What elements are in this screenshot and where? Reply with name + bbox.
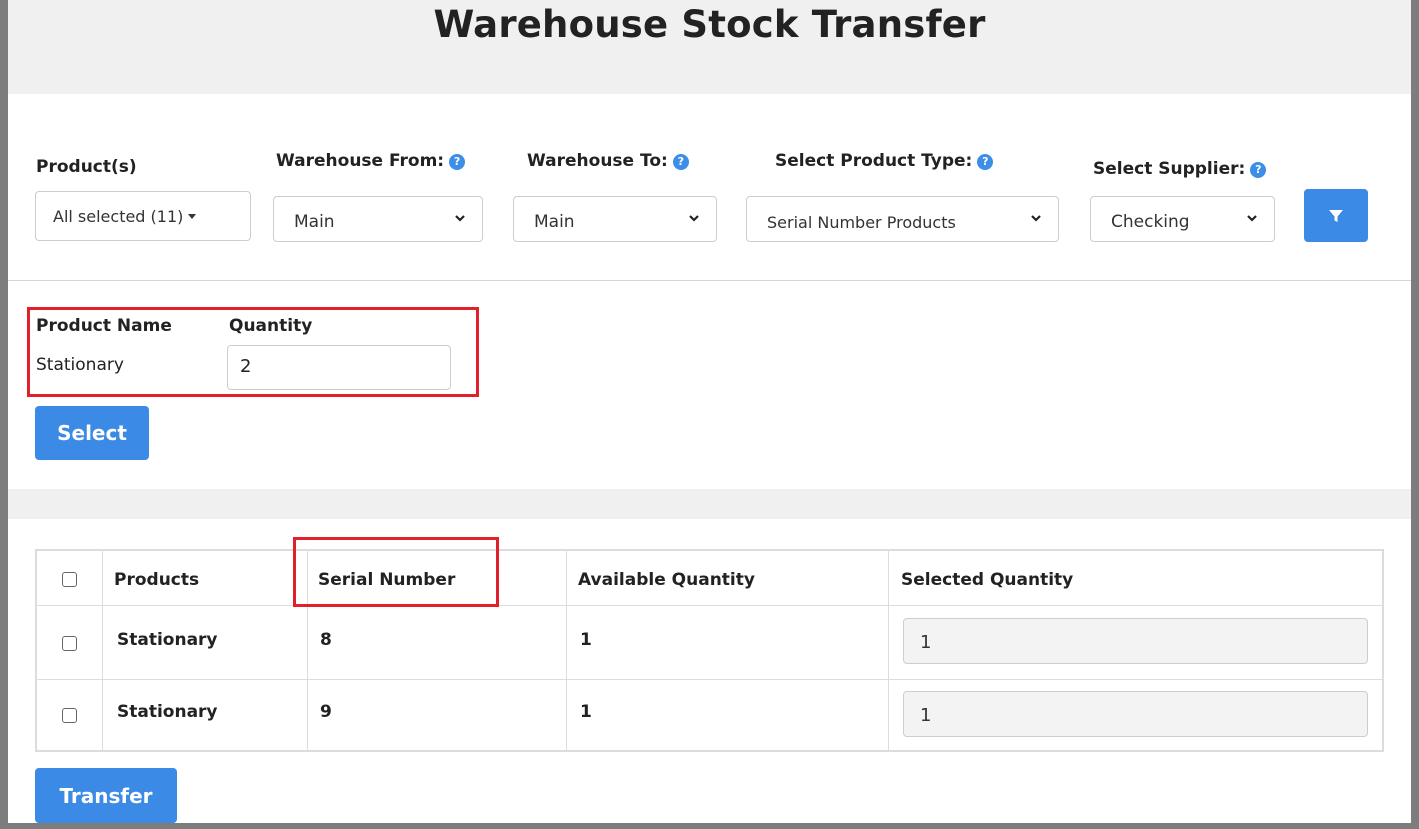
serial-table: Products Serial Number Available Quantit… [35, 549, 1384, 752]
help-icon[interactable]: ? [672, 154, 689, 170]
select-button[interactable]: Select [35, 406, 149, 460]
supplier-select[interactable]: Checking [1090, 196, 1275, 242]
warehouse-from-select[interactable]: Main [273, 196, 483, 242]
highlight-box [293, 537, 499, 607]
warehouse-to-select[interactable]: Main [513, 196, 717, 242]
quantity-input[interactable]: 2 [227, 345, 451, 390]
help-icon[interactable]: ? [449, 154, 466, 170]
column-divider [566, 551, 567, 750]
row-checkbox[interactable] [62, 636, 77, 651]
supplier-label: Select Supplier:? [1093, 159, 1267, 179]
warehouse-to-value: Main [534, 212, 575, 232]
column-divider [888, 551, 889, 750]
product-type-label: Select Product Type:? [775, 151, 994, 171]
section-divider [8, 489, 1411, 519]
chevron-down-icon [455, 215, 465, 222]
chevron-down-icon [1247, 215, 1257, 222]
row-checkbox[interactable] [62, 708, 77, 723]
quantity-header: Quantity [229, 316, 313, 336]
title-bar: Warehouse Stock Transfer [8, 0, 1411, 94]
row-divider [37, 679, 1382, 680]
help-icon[interactable]: ? [977, 154, 994, 170]
transfer-button[interactable]: Transfer [35, 768, 177, 823]
product-name-header: Product Name [36, 316, 172, 336]
product-type-select[interactable]: Serial Number Products [746, 196, 1059, 242]
row-product: Stationary [117, 630, 218, 650]
select-all-checkbox[interactable] [62, 572, 77, 587]
row-product: Stationary [117, 702, 218, 722]
help-icon[interactable]: ? [1250, 162, 1267, 178]
supplier-value: Checking [1111, 212, 1190, 232]
products-multiselect-value: All selected (11) [53, 206, 184, 226]
page-title: Warehouse Stock Transfer [433, 3, 986, 46]
page-frame: Warehouse Stock Transfer Product(s) Ware… [8, 0, 1411, 823]
chevron-down-icon [1031, 215, 1041, 222]
row-available: 1 [580, 630, 592, 650]
column-divider [102, 551, 103, 750]
filter-icon [1329, 209, 1343, 222]
product-type-value: Serial Number Products [767, 212, 956, 232]
column-header-selected-quantity: Selected Quantity [901, 570, 1074, 590]
divider [8, 280, 1411, 281]
column-header-products: Products [114, 570, 200, 590]
selected-quantity-field[interactable]: 1 [903, 691, 1368, 737]
warehouse-from-value: Main [294, 212, 335, 232]
chevron-down-icon [689, 215, 699, 222]
column-header-available-quantity: Available Quantity [578, 570, 755, 590]
selected-quantity-field[interactable]: 1 [903, 618, 1368, 664]
products-label: Product(s) [36, 157, 137, 177]
row-available: 1 [580, 702, 592, 722]
row-serial: 8 [320, 630, 332, 650]
warehouse-to-label: Warehouse To:? [527, 151, 689, 171]
products-multiselect[interactable]: All selected (11) [35, 191, 251, 241]
row-serial: 9 [320, 702, 332, 722]
selected-product-name: Stationary [36, 355, 124, 375]
caret-down-icon [188, 213, 197, 219]
warehouse-from-label: Warehouse From:? [276, 151, 466, 171]
filter-button[interactable] [1304, 189, 1368, 242]
row-divider [37, 605, 1382, 606]
